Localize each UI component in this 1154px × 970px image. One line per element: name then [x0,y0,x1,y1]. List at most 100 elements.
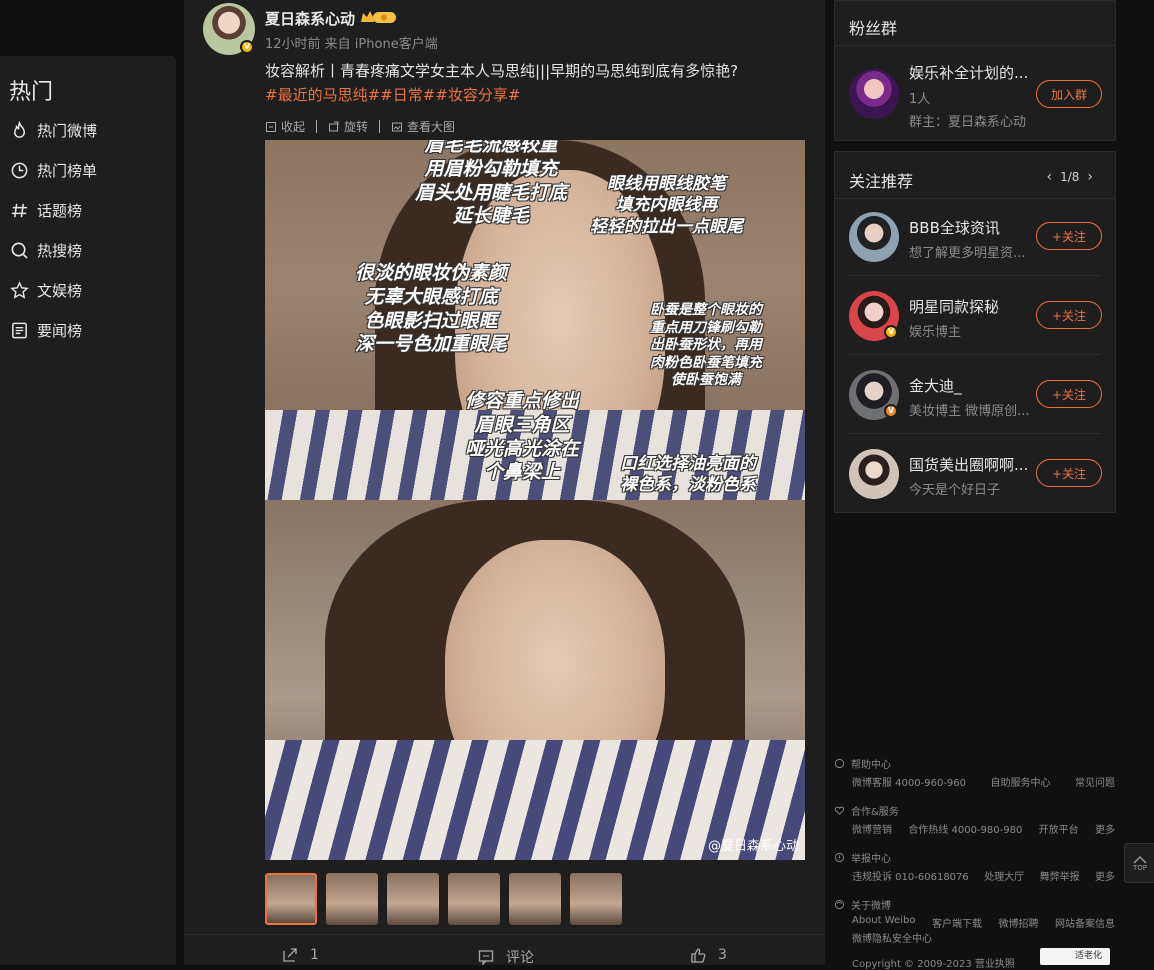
divider [316,120,318,133]
image-toolbar: 收起 旋转 查看大图 [265,118,455,135]
elder-mode-button[interactable]: 适老化 [1040,948,1110,965]
sidebar-item-news[interactable]: 要闻榜 [10,318,82,342]
footer-link[interactable]: 开放平台 [1039,821,1079,836]
sidebar-item-label: 文娱榜 [37,281,83,300]
sidebar-item-label: 热门微博 [37,121,98,140]
footer-link[interactable]: 微博营销 [852,821,892,836]
follow-button[interactable]: +关注 [1036,380,1102,408]
photo-bottom-half [265,500,805,860]
footer-help-links: 微博客服 4000-960-960 自助服务中心 常见问题 [852,774,1115,789]
star-icon [10,280,29,299]
footer-link[interactable]: 客户端下载 [932,915,982,930]
footer-about-extra: 微博隐私安全中心 [852,930,1115,945]
post-image[interactable]: 眉毛毛流感较重 用眉粉勾勒填充 眉头处用睫毛打底 延长睫毛 眼线用眼线胶笔 填充… [265,140,805,860]
rec-user-name[interactable]: 明星同款探秘 [909,296,999,317]
footer-link[interactable]: 微博隐私安全中心 [852,930,932,945]
comment-button[interactable]: 评论 [478,947,534,967]
thumbnail[interactable] [448,873,500,925]
follow-button[interactable]: +关注 [1036,459,1102,487]
back-to-top-button[interactable]: TOP [1124,843,1154,883]
follow-button[interactable]: +关注 [1036,222,1102,250]
sidebar-item-label: 话题榜 [37,201,83,220]
copyright: Copyright © 2009-2023 营业执照 [852,959,1015,970]
group-member-count: 1人 [909,92,931,107]
post-username[interactable]: 夏日森系心动 [265,8,355,29]
follow-button[interactable]: +关注 [1036,301,1102,329]
annotation-lipstick: 口红选择油亮面的 裸色系，淡粉色系 [620,454,756,496]
divider [849,354,1101,355]
image-icon [392,122,403,131]
join-group-button[interactable]: 加入群 [1036,80,1102,108]
footer-link[interactable]: About Weibo [852,915,915,930]
footer-link[interactable]: 更多 [1095,821,1115,836]
thumbs-up-icon [691,948,706,963]
footer-section-label: 关于微博 [851,901,891,912]
rec-user-name[interactable]: 金大迪_ [909,375,962,396]
thumbnail-strip [265,873,631,925]
alert-icon [834,852,845,863]
help-icon [834,758,845,769]
footer-report-title: 举报中心 [834,850,891,865]
share-button[interactable]: 1 [282,947,319,963]
chevron-right-icon[interactable]: › [1079,169,1101,185]
thumbnail[interactable] [326,873,378,925]
clock-icon [11,162,28,178]
annotation-eyeliner: 眼线用眼线胶笔 填充内眼线再 轻轻的拉出一点眼尾 [590,174,743,237]
divider [379,120,381,133]
rotate-button[interactable]: 旋转 [328,118,368,135]
chevron-left-icon[interactable]: ‹ [1038,169,1060,185]
footer-link[interactable]: 微博客服 4000-960-960 [852,774,966,789]
footer-link[interactable]: 常见问题 [1075,774,1115,789]
sidebar-item-topics[interactable]: 话题榜 [10,198,82,222]
sidebar-item-label: 要闻榜 [37,321,83,340]
footer-section-label: 合作&服务 [851,807,899,818]
footer-link[interactable]: 合作热线 4000-980-980 [908,821,1022,836]
footer-link[interactable]: 处理大厅 [984,868,1024,883]
sidebar-item-label: 热搜榜 [37,241,83,260]
group-avatar[interactable] [849,69,899,119]
group-name[interactable]: 娱乐补全计划的... [909,62,1028,83]
info-icon [834,899,845,910]
divider [835,198,1115,199]
rotate-label: 旋转 [344,120,369,134]
footer-link[interactable]: 微博招聘 [998,915,1038,930]
heart-icon [834,806,845,815]
thumbnail[interactable] [509,873,561,925]
post-tags[interactable]: #最近的马思纯##日常##妆容分享# [265,84,520,105]
rotate-icon [329,121,339,131]
sidebar-item-hot-list[interactable]: 热门榜单 [10,158,97,182]
rec-user-name[interactable]: BBB全球资讯 [909,217,1000,238]
footer-about-links: About Weibo 客户端下载 微博招聘 网站备案信息 [852,915,1115,930]
collapse-button[interactable]: 收起 [265,118,305,135]
comment-icon [478,950,494,965]
footer-coop-links: 微博营销 合作热线 4000-980-980 开放平台 更多 [852,821,1115,836]
thumbnail[interactable] [387,873,439,925]
footer-link[interactable]: 舞弊举报 [1040,868,1080,883]
thumbnail[interactable] [570,873,622,925]
avatar[interactable] [849,449,899,499]
fan-group-panel: 粉丝群 娱乐补全计划的... 1人 群主：夏日森系心动 加入群 [834,0,1116,141]
sidebar-item-hot-weibo[interactable]: 热门微博 [10,118,97,142]
footer-link[interactable]: 违规投诉 010-60618076 [852,868,969,883]
thumbnail[interactable] [265,873,317,925]
left-top-bar [0,0,176,56]
sidebar-item-hot-search[interactable]: 热搜榜 [10,238,82,262]
collapse-label: 收起 [281,120,306,134]
sidebar-item-entertainment[interactable]: 文娱榜 [10,278,82,302]
annotation-aegyo-sal: 卧蚕是整个眼妆的 重点用刀锋刷勾勒 出卧蚕形状，再用 肉粉色卧蚕笔填充 使卧蚕饱… [650,302,762,388]
image-watermark: @夏日森系心动 [707,839,799,854]
view-large-button[interactable]: 查看大图 [391,118,455,135]
avatar[interactable] [849,212,899,262]
footer-section-label: 举报中心 [851,854,891,865]
verified-badge-icon: V [884,404,898,418]
footer-link[interactable]: 网站备案信息 [1055,915,1115,930]
rec-user-desc: 美妆博主 微博原创... [909,404,1030,419]
post-actions: 1 评论 3 [184,934,825,967]
verified-badge-icon: V [240,40,254,54]
footer-help-title: 帮助中心 [834,756,891,771]
rec-user-name[interactable]: 国货美出圈啊啊... [909,454,1028,475]
like-button[interactable]: 3 [690,947,727,963]
recommend-title: 关注推荐 [849,172,914,191]
footer-link[interactable]: 自助服务中心 [991,774,1051,789]
footer-link[interactable]: 更多 [1095,868,1115,883]
